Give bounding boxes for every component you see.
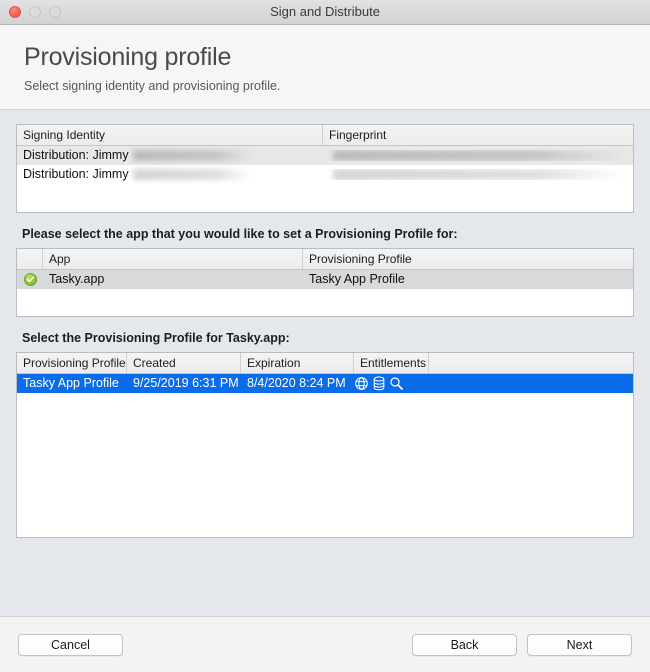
traffic-light-group bbox=[0, 6, 61, 18]
redacted-fingerprint-text bbox=[333, 169, 621, 180]
column-header-app[interactable]: App bbox=[43, 249, 303, 269]
window-title: Sign and Distribute bbox=[270, 4, 380, 19]
redacted-fingerprint-text bbox=[333, 150, 625, 161]
minimize-button[interactable] bbox=[29, 6, 41, 18]
signing-identity-name: Distribution: Jimmy bbox=[23, 148, 129, 162]
column-header-provisioning-profile[interactable]: Provisioning Profile bbox=[303, 249, 633, 269]
app-section-label: Please select the app that you would lik… bbox=[22, 227, 458, 241]
column-header-fingerprint[interactable]: Fingerprint bbox=[323, 125, 633, 145]
back-button[interactable]: Back bbox=[412, 633, 517, 656]
page-subtitle: Select signing identity and provisioning… bbox=[24, 79, 281, 93]
column-header-created[interactable]: Created bbox=[127, 353, 241, 373]
provisioning-profile-table[interactable]: Provisioning Profile Created Expiration … bbox=[16, 352, 634, 538]
app-provisioning-profile: Tasky App Profile bbox=[309, 272, 405, 286]
profile-entitlements bbox=[354, 376, 633, 391]
redacted-identity-text bbox=[132, 169, 251, 180]
database-icon[interactable] bbox=[372, 376, 386, 391]
table-row[interactable]: Tasky App Profile 9/25/2019 6:31 PM 8/4/… bbox=[17, 374, 633, 393]
dialog-footer: Cancel Back Next bbox=[0, 616, 650, 672]
next-button[interactable]: Next bbox=[527, 633, 632, 656]
profile-expiration: 8/4/2020 8:24 PM bbox=[247, 376, 346, 390]
check-icon bbox=[23, 273, 37, 286]
column-header-blank[interactable] bbox=[429, 353, 633, 373]
dialog-header: Provisioning profile Select signing iden… bbox=[0, 25, 650, 110]
profile-header-row: Provisioning Profile Created Expiration … bbox=[17, 353, 633, 374]
sign-and-distribute-window: Sign and Distribute Provisioning profile… bbox=[0, 0, 650, 672]
app-header-row: App Provisioning Profile bbox=[17, 249, 633, 270]
maximize-button[interactable] bbox=[49, 6, 61, 18]
app-table[interactable]: App Provisioning Profile Tasky.app Tasky… bbox=[16, 248, 634, 317]
profile-section-label: Select the Provisioning Profile for Task… bbox=[22, 331, 290, 345]
signing-identity-name: Distribution: Jimmy bbox=[23, 167, 129, 181]
profile-created: 9/25/2019 6:31 PM bbox=[133, 376, 239, 390]
dialog-content: Signing Identity Fingerprint Distributio… bbox=[0, 110, 650, 616]
column-header-status[interactable] bbox=[17, 249, 43, 269]
profile-name: Tasky App Profile bbox=[23, 376, 119, 390]
table-row[interactable]: Distribution: Jimmy bbox=[17, 165, 633, 184]
magnifier-icon[interactable] bbox=[389, 376, 404, 391]
app-name: Tasky.app bbox=[49, 272, 105, 286]
column-header-entitlements[interactable]: Entitlements bbox=[354, 353, 429, 373]
page-title: Provisioning profile bbox=[24, 43, 232, 71]
column-header-provisioning-profile[interactable]: Provisioning Profile bbox=[17, 353, 127, 373]
table-row[interactable]: Tasky.app Tasky App Profile bbox=[17, 270, 633, 289]
signing-identity-header-row: Signing Identity Fingerprint bbox=[17, 125, 633, 146]
column-header-signing-identity[interactable]: Signing Identity bbox=[17, 125, 323, 145]
globe-icon[interactable] bbox=[354, 376, 369, 391]
table-row[interactable]: Distribution: Jimmy bbox=[17, 146, 633, 165]
close-button[interactable] bbox=[9, 6, 21, 18]
app-status-cell bbox=[17, 273, 43, 286]
redacted-identity-text bbox=[132, 150, 253, 161]
column-header-expiration[interactable]: Expiration bbox=[241, 353, 354, 373]
window-titlebar: Sign and Distribute bbox=[0, 0, 650, 25]
cancel-button[interactable]: Cancel bbox=[18, 633, 123, 656]
signing-identity-table[interactable]: Signing Identity Fingerprint Distributio… bbox=[16, 124, 634, 213]
